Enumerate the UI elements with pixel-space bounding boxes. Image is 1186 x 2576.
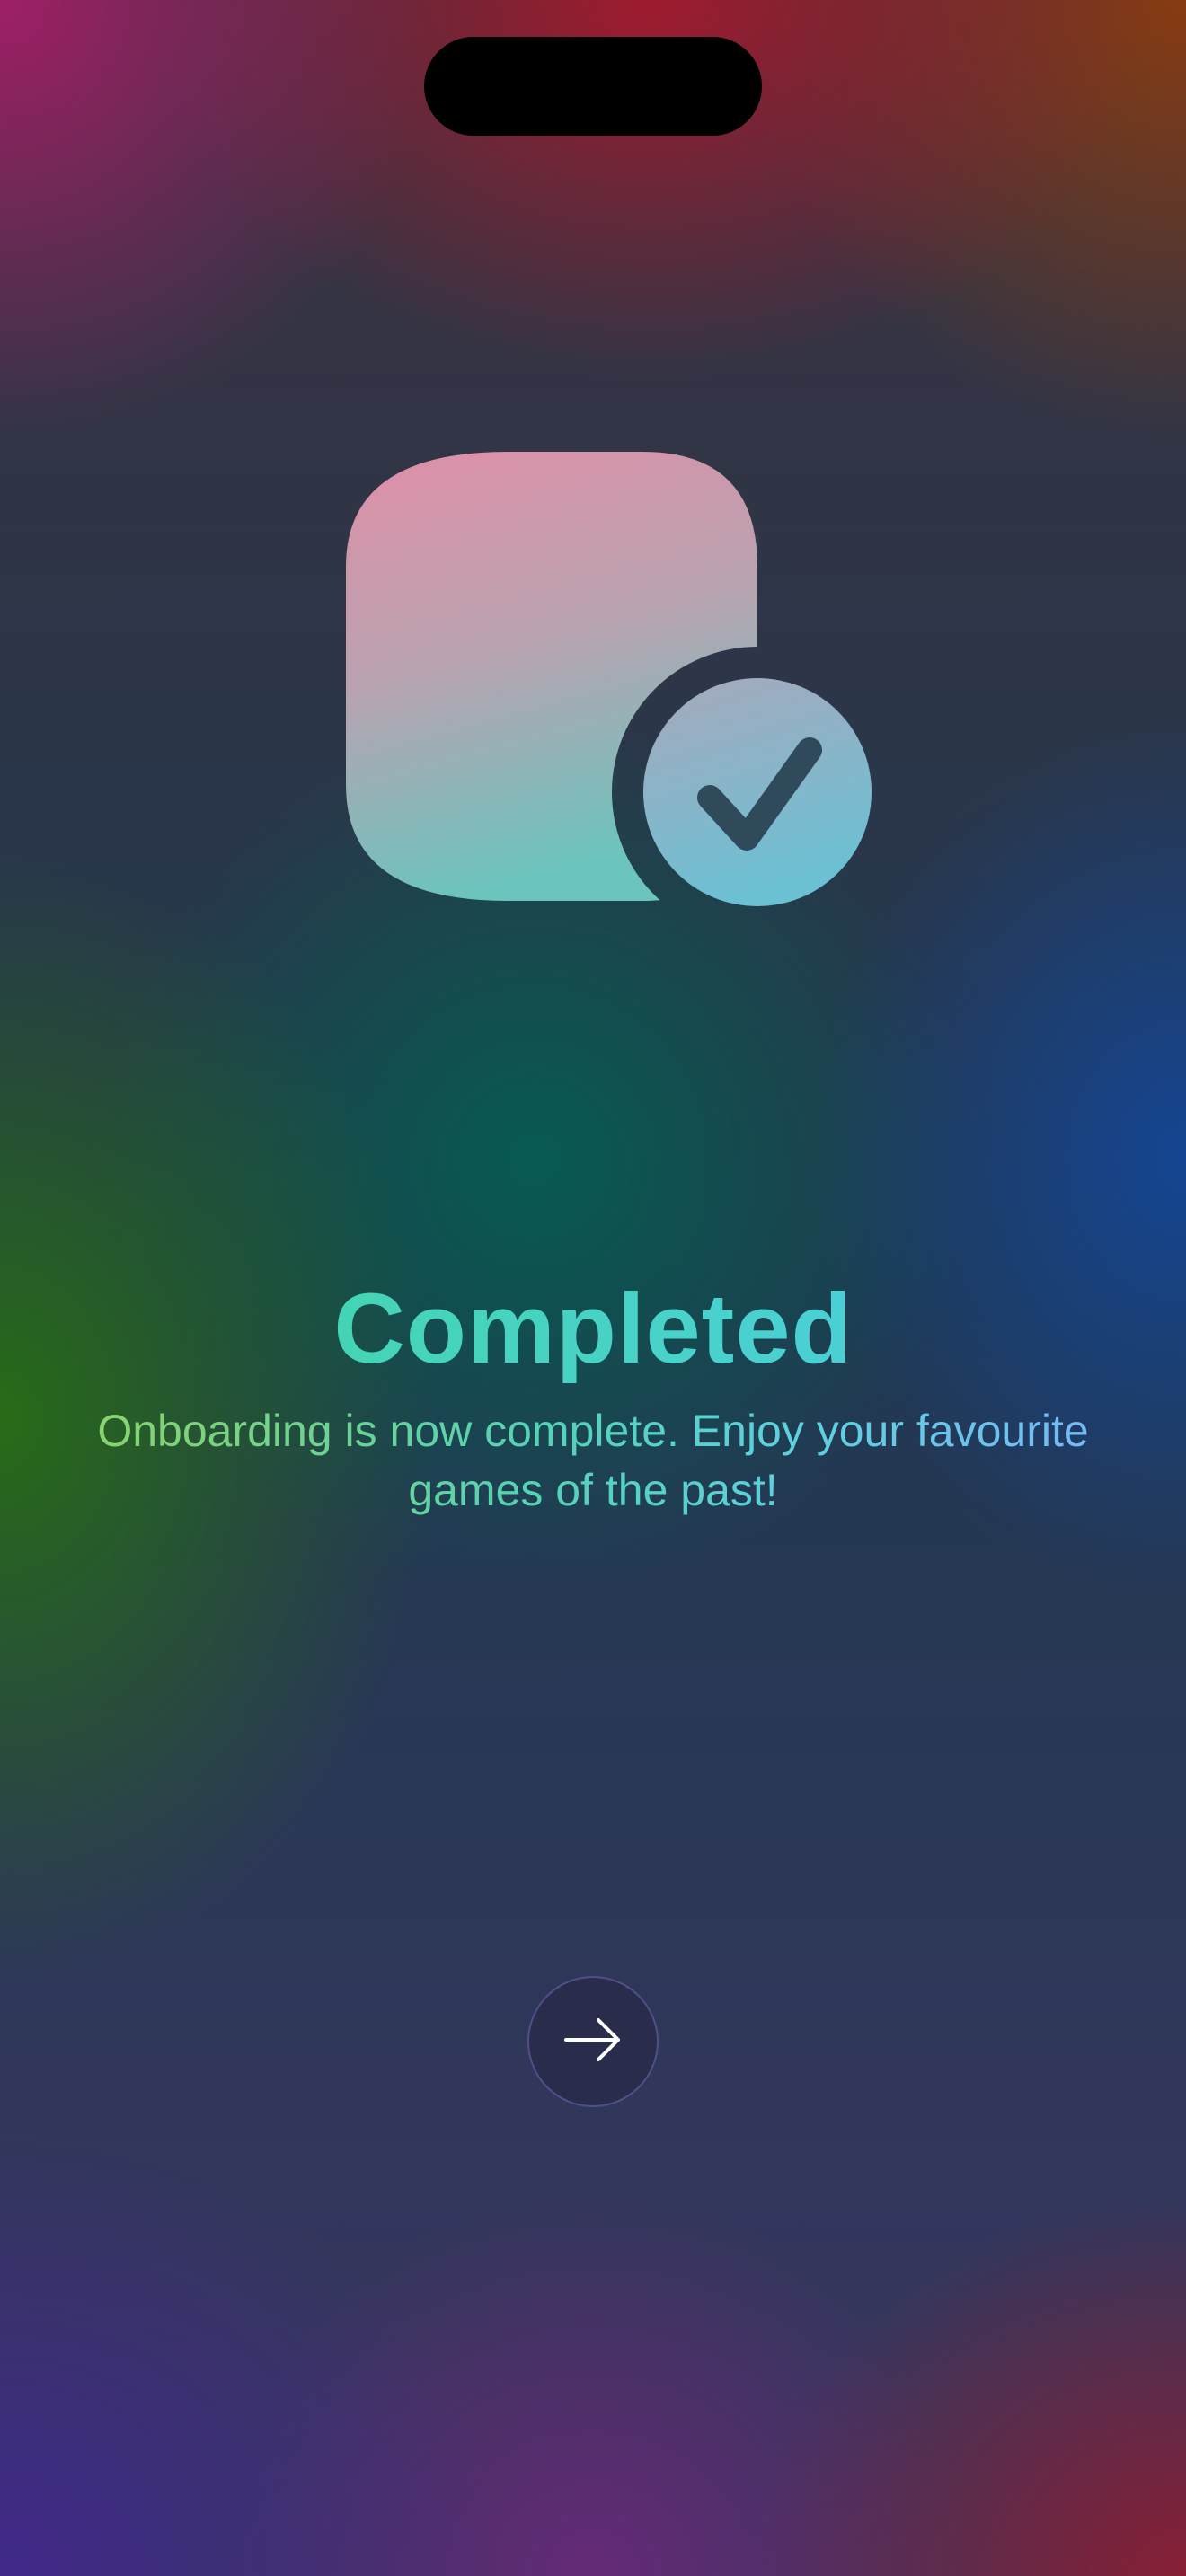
onboarding-description: Onboarding is now complete. Enjoy your f… [72,1401,1114,1520]
app-checkmark-icon [341,449,881,916]
dynamic-island [424,37,762,136]
arrow-right-icon [564,2017,622,2066]
page-title: Completed [0,1271,1186,1388]
next-button[interactable] [527,1976,659,2107]
